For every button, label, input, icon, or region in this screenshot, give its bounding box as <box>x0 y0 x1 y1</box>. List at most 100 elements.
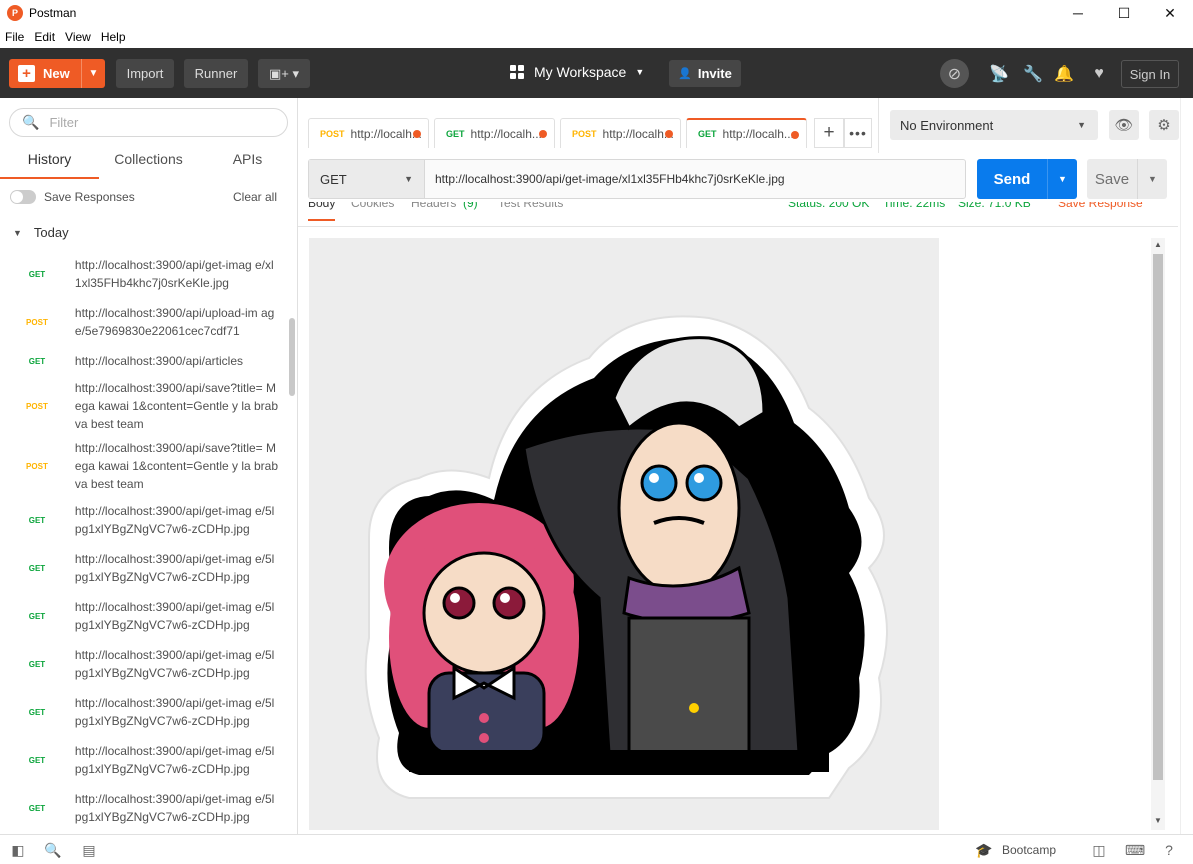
bootcamp-icon[interactable]: 🎓 <box>975 841 993 859</box>
method-label: GET <box>320 171 347 187</box>
menu-help[interactable]: Help <box>101 30 126 44</box>
tab-cookies[interactable]: Cookies <box>351 202 394 210</box>
sign-in-button[interactable]: Sign In <box>1121 60 1179 88</box>
menu-file[interactable]: File <box>5 30 24 44</box>
add-tab-button[interactable]: + <box>814 118 844 148</box>
request-tab[interactable]: GET http://localh... <box>434 118 555 148</box>
bootcamp-label[interactable]: Bootcamp <box>1002 843 1056 857</box>
help-icon[interactable]: ? <box>1160 841 1178 859</box>
menu-edit[interactable]: Edit <box>34 30 55 44</box>
history-item[interactable]: GET http://localhost:3900/api/get-imag e/… <box>0 640 287 688</box>
new-window-button[interactable]: ▣+ ▾ <box>258 59 310 88</box>
more-tabs-icon[interactable]: ••• <box>844 118 872 148</box>
history-item[interactable]: GET http://localhost:3900/api/get-imag e/… <box>0 250 287 298</box>
history-item[interactable]: GET http://localhost:3900/api/get-imag e/… <box>0 592 287 640</box>
history-url: http://localhost:3900/api/get-imag e/5lp… <box>74 696 275 728</box>
history-item[interactable]: GET http://localhost:3900/api/articles <box>0 346 287 376</box>
save-dropdown-arrow[interactable]: ▼ <box>1137 159 1167 199</box>
save-responses-toggle[interactable] <box>10 190 36 204</box>
scroll-down-icon[interactable]: ▼ <box>1153 816 1163 828</box>
environment-selector[interactable]: No Environment ▼ <box>890 110 1098 140</box>
send-dropdown-arrow[interactable]: ▼ <box>1047 159 1077 199</box>
request-line: GET ▼ http://localhost:3900/api/get-imag… <box>308 159 966 199</box>
history-group-today[interactable]: ▼ Today <box>13 225 69 240</box>
request-tab-active[interactable]: GET http://localh... <box>686 118 807 148</box>
save-response-button[interactable]: Save Response <box>1058 202 1143 210</box>
send-button[interactable]: Send ▼ <box>977 159 1077 199</box>
request-tab[interactable]: POST http://localh... <box>560 118 681 148</box>
invite-button[interactable]: 👤 Invite <box>669 60 741 87</box>
history-list: GET http://localhost:3900/api/get-imag e/… <box>0 250 287 832</box>
tab-url: http://localh... <box>470 126 542 141</box>
menu-view[interactable]: View <box>65 30 91 44</box>
history-item[interactable]: POST http://localhost:3900/api/save?title… <box>0 436 287 496</box>
method-badge: GET <box>28 563 46 573</box>
method-select[interactable]: GET ▼ <box>309 160 425 198</box>
tab-body[interactable]: Body <box>308 202 336 221</box>
gear-icon[interactable]: ⚙ <box>1149 110 1179 140</box>
tab-history[interactable]: History <box>0 148 99 179</box>
window-scrollbar[interactable] <box>1180 98 1193 834</box>
tab-url: http://localh... <box>602 126 674 141</box>
find-icon[interactable]: 🔍 <box>44 841 62 859</box>
history-url: http://localhost:3900/api/get-imag e/5lp… <box>74 648 275 680</box>
history-item[interactable]: GET http://localhost:3900/api/get-imag e/… <box>0 688 287 736</box>
sidebar-tabs: History Collections APIs <box>0 148 297 179</box>
two-pane-icon[interactable]: ◫ <box>1090 841 1108 859</box>
eye-icon[interactable]: 👁 <box>1109 110 1139 140</box>
plus-icon: + <box>18 65 35 82</box>
console-icon[interactable]: ▤ <box>80 841 98 859</box>
history-item[interactable]: POST http://localhost:3900/api/save?title… <box>0 376 287 436</box>
title-bar: P Postman ─ ☐ ✕ <box>0 0 1193 26</box>
tab-collections[interactable]: Collections <box>99 148 198 179</box>
tab-headers[interactable]: Headers <box>411 202 456 210</box>
import-button[interactable]: Import <box>116 59 174 88</box>
workspace-selector[interactable]: My Workspace ▼ <box>510 64 644 80</box>
satellite-icon[interactable]: 📡 <box>986 61 1012 87</box>
history-item[interactable]: POST http://localhost:3900/api/upload-im … <box>0 298 287 346</box>
history-item[interactable]: GET http://localhost:3900/api/get-imag e/… <box>0 736 287 784</box>
sidebar-scrollbar[interactable] <box>289 318 295 396</box>
url-input[interactable]: http://localhost:3900/api/get-image/xl1x… <box>435 172 785 186</box>
keyboard-shortcuts-icon[interactable]: ⌨ <box>1125 841 1145 859</box>
new-button[interactable]: + New ▼ <box>9 59 105 88</box>
sync-off-icon[interactable]: ⊘ <box>940 59 969 88</box>
chevron-down-icon: ▼ <box>635 67 645 77</box>
tab-method: GET <box>446 128 465 139</box>
tab-test-results[interactable]: Test Results <box>498 202 563 210</box>
request-tab[interactable]: POST http://localh... <box>308 118 429 148</box>
history-item[interactable]: GET http://localhost:3900/api/get-imag e/… <box>0 784 287 832</box>
maximize-button[interactable]: ☐ <box>1101 0 1147 26</box>
method-badge: GET <box>28 269 46 279</box>
response-tabs: Body Cookies Headers (9) Test Results St… <box>298 202 1178 227</box>
minimize-button[interactable]: ─ <box>1055 0 1101 26</box>
method-badge: POST <box>26 461 48 471</box>
history-url: http://localhost:3900/api/get-imag e/5lp… <box>74 792 275 824</box>
wrench-icon[interactable]: 🔧 <box>1020 61 1046 87</box>
heart-icon[interactable]: ♥ <box>1086 61 1112 87</box>
history-item[interactable]: GET http://localhost:3900/api/get-imag e/… <box>0 544 287 592</box>
scroll-thumb[interactable] <box>1153 254 1163 780</box>
filter-input[interactable]: 🔍 Filter <box>9 108 288 137</box>
save-responses-label: Save Responses <box>44 190 135 204</box>
history-item[interactable]: GET http://localhost:3900/api/get-imag e/… <box>0 496 287 544</box>
save-button[interactable]: Save ▼ <box>1087 159 1167 199</box>
response-scrollbar[interactable]: ▲ ▼ <box>1151 238 1165 830</box>
headers-count: (9) <box>463 202 478 210</box>
tab-apis[interactable]: APIs <box>198 148 297 179</box>
scroll-up-icon[interactable]: ▲ <box>1153 240 1163 252</box>
environment-label: No Environment <box>900 117 994 133</box>
main-panel: POST http://localh... GET http://localh...… <box>298 98 1193 834</box>
runner-button[interactable]: Runner <box>184 59 248 88</box>
method-badge: GET <box>28 659 46 669</box>
tab-method: POST <box>572 128 597 139</box>
response-image-preview <box>309 238 939 830</box>
close-button[interactable]: ✕ <box>1147 0 1193 26</box>
history-url: http://localhost:3900/api/save?title= Me… <box>74 441 279 491</box>
bell-icon[interactable]: 🔔 <box>1051 61 1077 87</box>
caret-down-icon: ▼ <box>13 227 22 238</box>
toggle-sidebar-icon[interactable]: ◧ <box>9 841 27 859</box>
new-dropdown-arrow[interactable]: ▼ <box>81 59 105 88</box>
clear-all-button[interactable]: Clear all <box>233 190 277 204</box>
history-url: http://localhost:3900/api/get-imag e/5lp… <box>74 552 275 584</box>
